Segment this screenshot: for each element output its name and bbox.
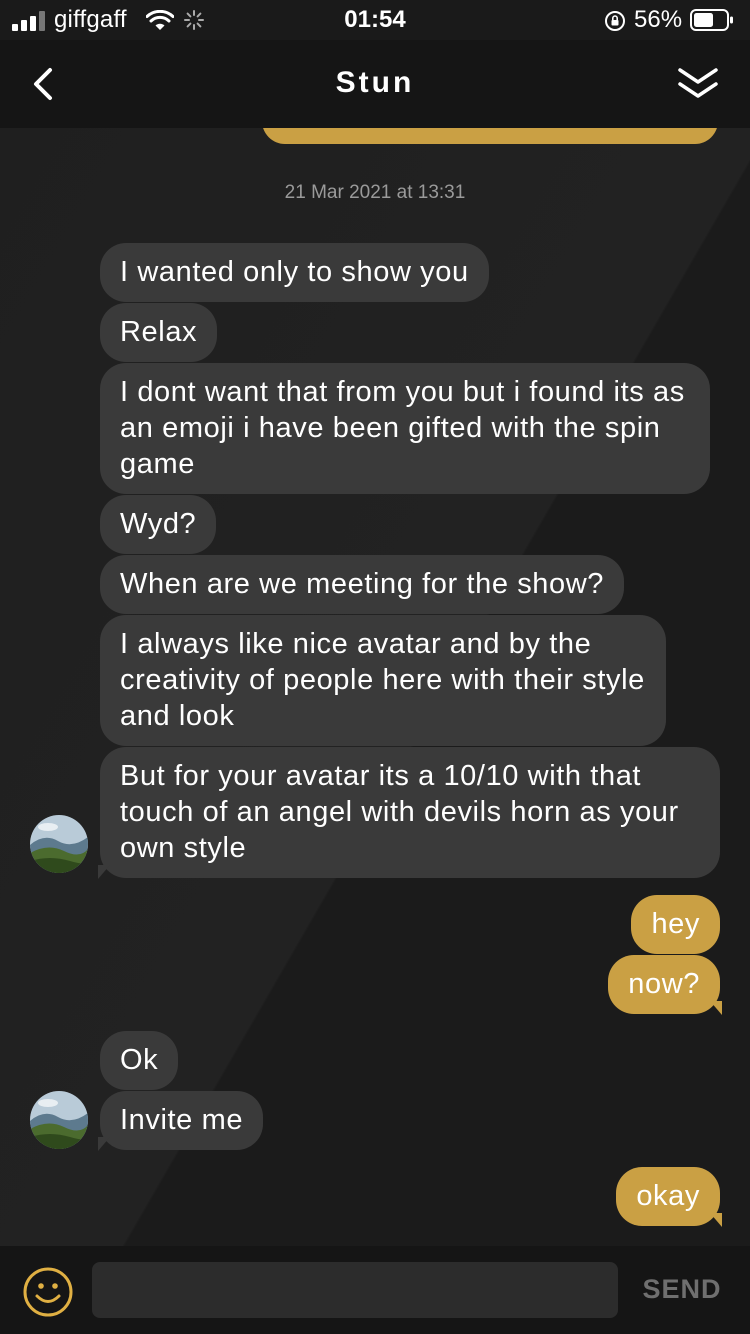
double-chevron-down-icon[interactable]: [672, 62, 724, 106]
message-bubble-incoming[interactable]: Invite me: [97, 1091, 264, 1151]
contact-avatar[interactable]: [30, 815, 88, 873]
message-bubble-outgoing[interactable]: hey: [631, 895, 720, 954]
status-bar: giffgaff 01:54 56%: [0, 0, 750, 40]
landscape-avatar-icon: [30, 815, 88, 873]
message-bubble-incoming[interactable]: But for your avatar its a 10/10 with tha…: [98, 747, 720, 879]
message-bubble-incoming[interactable]: I dont want that from you but i found it…: [100, 363, 710, 494]
message-input-bar: SEND: [0, 1246, 750, 1334]
message-bubble-outgoing[interactable]: now?: [608, 955, 720, 1014]
previous-message-bubble: [262, 128, 718, 144]
navigation-bar: Stun: [0, 40, 750, 128]
message-timestamp: 21 Mar 2021 at 13:31: [284, 182, 466, 203]
message-bubble-incoming[interactable]: Wyd?: [100, 495, 217, 554]
conversation-title: Stun: [335, 66, 415, 99]
message-bubble-incoming[interactable]: Ok: [100, 1031, 179, 1090]
orientation-lock-icon: [605, 11, 625, 31]
message-bubble-incoming[interactable]: Relax: [100, 303, 218, 362]
message-input[interactable]: [92, 1262, 618, 1318]
message-bubble-incoming[interactable]: When are we meeting for the show?: [100, 555, 625, 614]
send-button[interactable]: SEND: [632, 1274, 732, 1305]
contact-avatar[interactable]: [30, 1091, 88, 1149]
message-bubble-incoming[interactable]: I always like nice avatar and by the cre…: [100, 615, 666, 746]
message-list[interactable]: 21 Mar 2021 at 13:31 I wanted only to sh…: [0, 128, 750, 1246]
message-bubble-incoming[interactable]: I wanted only to show you: [100, 243, 489, 302]
battery-icon: [690, 9, 733, 31]
message-bubble-outgoing[interactable]: okay: [616, 1167, 720, 1226]
battery-percentage: 56%: [634, 6, 683, 33]
smiley-face-icon[interactable]: [22, 1266, 74, 1318]
landscape-avatar-icon: [30, 1091, 88, 1149]
